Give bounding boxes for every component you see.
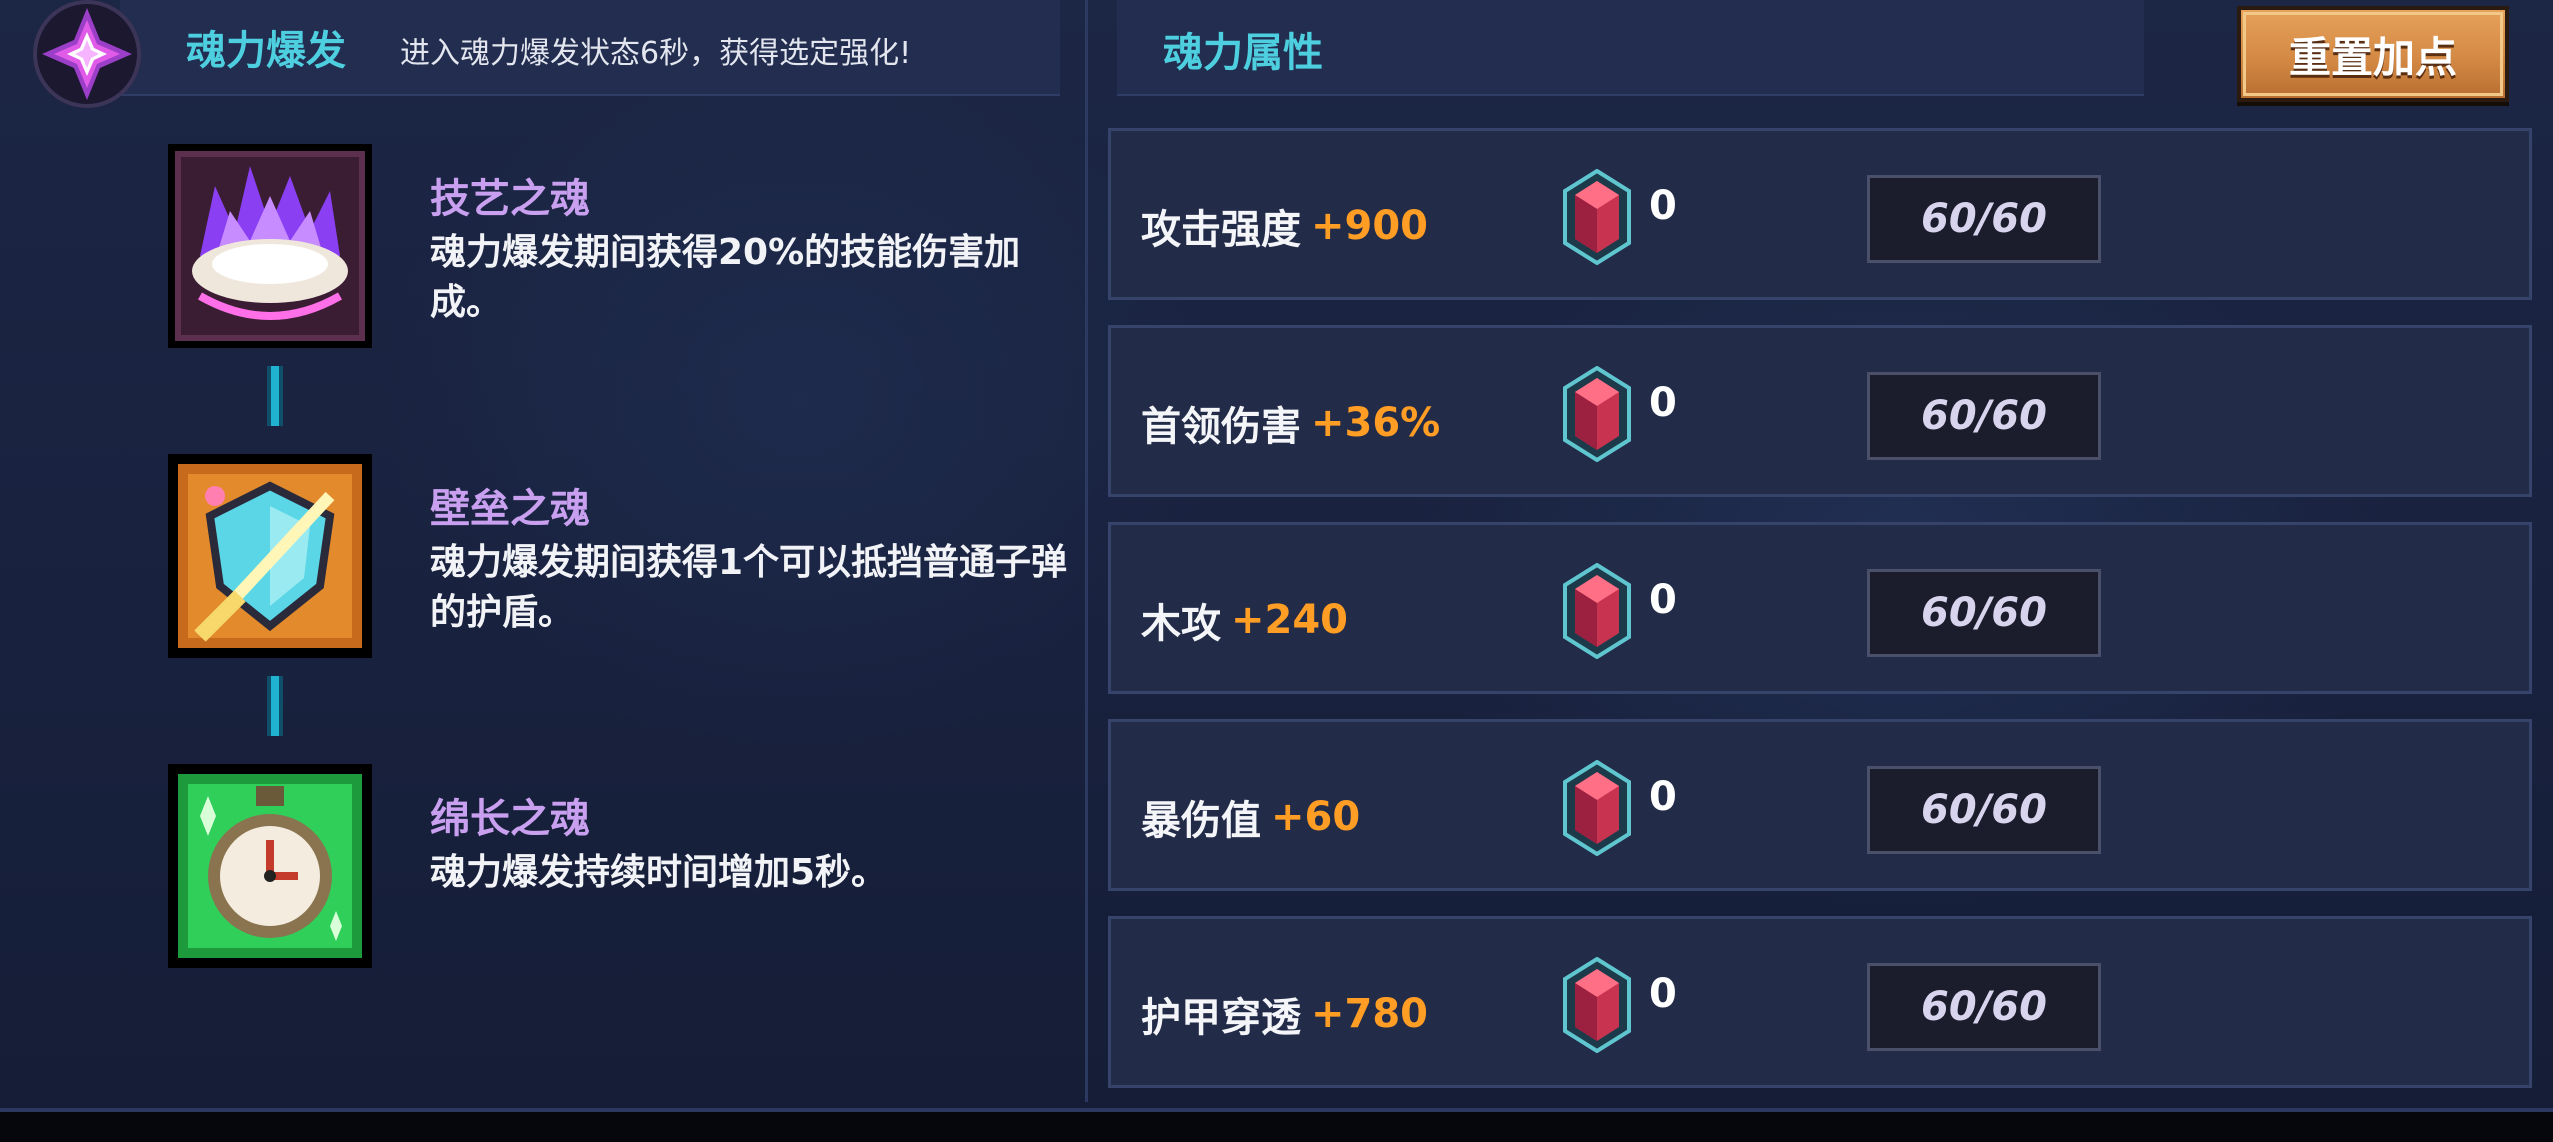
stat-label: 护甲穿透 +780 <box>1141 919 1428 1085</box>
stat-label: 首领伤害 +36% <box>1141 328 1440 494</box>
stat-value: +780 <box>1311 991 1429 1037</box>
attributes-title: 魂力属性 <box>1163 30 1323 76</box>
soul-burst-crystal-icon[interactable] <box>12 0 162 126</box>
stat-label: 暴伤值 +60 <box>1141 722 1360 888</box>
stat-row: 木攻 +240 0 60/60 <box>1108 522 2532 694</box>
soul-description: 魂力爆发持续时间增加5秒。 <box>430 852 888 893</box>
stat-label: 攻击强度 +900 <box>1141 131 1428 297</box>
gem-count: 0 <box>1649 774 1677 820</box>
gem-count: 0 <box>1649 971 1677 1017</box>
soul-name: 绵长之魂 <box>430 796 590 842</box>
soul-description: 魂力爆发期间获得20%的技能伤害加成。 <box>430 232 1021 323</box>
stat-name: 木攻 <box>1141 601 1221 647</box>
stat-name: 首领伤害 <box>1141 404 1301 450</box>
stopwatch-icon[interactable] <box>160 756 380 976</box>
stat-value: +240 <box>1231 597 1349 643</box>
soul-name: 技艺之魂 <box>430 176 590 222</box>
stat-row: 暴伤值 +60 0 60/60 <box>1108 719 2532 891</box>
stat-row: 首领伤害 +36% 0 60/60 <box>1108 325 2532 497</box>
shield-icon[interactable] <box>160 446 380 666</box>
stat-name: 护甲穿透 <box>1141 995 1301 1041</box>
gem-count: 0 <box>1649 183 1677 229</box>
soul-gem-icon <box>1563 366 1631 462</box>
burst-description: 进入魂力爆发状态6秒，获得选定强化! <box>400 36 912 71</box>
soul-name: 壁垒之魂 <box>430 486 590 532</box>
stat-row: 攻击强度 +900 0 60/60 <box>1108 128 2532 300</box>
soul-gem-icon <box>1563 957 1631 1053</box>
progress-box: 60/60 <box>1867 569 2101 657</box>
soul-gem-icon <box>1563 563 1631 659</box>
purple-flame-icon[interactable] <box>160 136 380 356</box>
soul-gem-icon <box>1563 760 1631 856</box>
stat-row: 护甲穿透 +780 0 60/60 <box>1108 916 2532 1088</box>
progress-box: 60/60 <box>1867 372 2101 460</box>
progress-box: 60/60 <box>1867 766 2101 854</box>
stat-name: 暴伤值 <box>1141 798 1261 844</box>
bottom-bar <box>0 1112 2553 1142</box>
stat-value: +60 <box>1271 794 1361 840</box>
burst-title: 魂力爆发 <box>186 28 346 74</box>
talent-connector <box>267 676 283 736</box>
soul-gem-icon <box>1563 169 1631 265</box>
gem-count: 0 <box>1649 577 1677 623</box>
gem-count: 0 <box>1649 380 1677 426</box>
reset-points-button[interactable]: 重置加点 <box>2237 6 2509 102</box>
soul-description: 魂力爆发期间获得1个可以抵挡普通子弹的护盾。 <box>430 542 1068 633</box>
progress-box: 60/60 <box>1867 963 2101 1051</box>
progress-box: 60/60 <box>1867 175 2101 263</box>
stat-value: +900 <box>1311 203 1429 249</box>
panel-divider <box>1085 0 1088 1102</box>
stat-value: +36% <box>1311 400 1441 446</box>
talent-connector <box>267 366 283 426</box>
stat-label: 木攻 +240 <box>1141 525 1348 691</box>
stat-name: 攻击强度 <box>1141 207 1301 253</box>
